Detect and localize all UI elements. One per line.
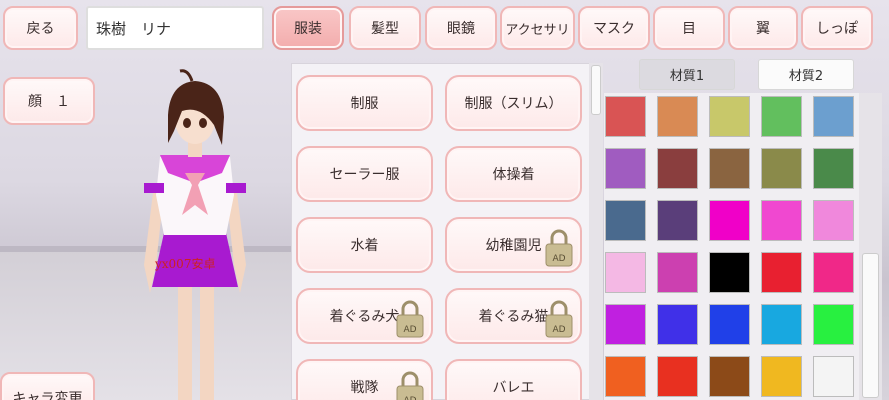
color-swatch[interactable]: [657, 252, 698, 293]
tab-material-1[interactable]: 材質1: [639, 59, 735, 90]
clothing-item-label: 幼稚園児: [485, 238, 542, 254]
clothing-item-costume-cat[interactable]: 着ぐるみ猫 AD: [445, 288, 582, 344]
scrollbar-thumb[interactable]: [862, 253, 879, 398]
color-palette-scrollbar[interactable]: [859, 93, 882, 400]
color-swatch[interactable]: [605, 148, 646, 189]
tab-clothing[interactable]: 服装: [272, 6, 344, 50]
ad-badge-text: AD: [552, 254, 565, 264]
color-swatch[interactable]: [813, 96, 854, 137]
color-swatch[interactable]: [605, 96, 646, 137]
color-swatch[interactable]: [761, 200, 802, 241]
color-swatch[interactable]: [813, 356, 854, 397]
color-swatch[interactable]: [813, 200, 854, 241]
watermark-text: yx007安卓: [155, 257, 216, 271]
ad-lock-icon: AD: [545, 229, 573, 267]
tab-material-2[interactable]: 材質2: [758, 59, 854, 90]
clothing-item-label: バレエ: [492, 380, 535, 396]
ad-lock-icon: AD: [545, 300, 573, 338]
tab-wings[interactable]: 翼: [728, 6, 798, 50]
color-swatch[interactable]: [761, 356, 802, 397]
ad-badge-text: AD: [552, 325, 565, 335]
back-button[interactable]: 戻る: [3, 6, 78, 50]
clothing-item-label: 着ぐるみ犬: [329, 309, 400, 325]
tab-hairstyle[interactable]: 髪型: [349, 6, 421, 50]
clothing-item-uniform-slim[interactable]: 制服（スリム）: [445, 75, 582, 131]
character-figure[interactable]: [130, 65, 260, 400]
clothing-item-label: 制服: [350, 96, 379, 112]
ad-lock-icon: AD: [396, 300, 424, 338]
tab-glasses[interactable]: 眼鏡: [425, 6, 497, 50]
tab-tail[interactable]: しっぽ: [801, 6, 873, 50]
color-swatch[interactable]: [605, 356, 646, 397]
clothing-item-label: 体操着: [492, 167, 535, 183]
clothing-item-sailor[interactable]: セーラー服: [296, 146, 433, 202]
color-swatch[interactable]: [813, 304, 854, 345]
color-swatch[interactable]: [605, 304, 646, 345]
tab-eyes[interactable]: 目: [653, 6, 725, 50]
color-swatch[interactable]: [709, 148, 750, 189]
tab-accessory[interactable]: アクセサリ: [500, 6, 575, 50]
clothing-item-label: セーラー服: [329, 167, 400, 183]
ad-badge-text: AD: [403, 325, 416, 335]
color-swatch[interactable]: [605, 252, 646, 293]
ad-lock-icon: AD: [396, 371, 424, 400]
color-swatch[interactable]: [709, 96, 750, 137]
clothing-list-scrollbar[interactable]: [589, 63, 603, 400]
clothing-item-label: 着ぐるみ猫: [478, 309, 549, 325]
color-swatch[interactable]: [761, 252, 802, 293]
color-swatch[interactable]: [657, 356, 698, 397]
color-swatch[interactable]: [709, 200, 750, 241]
color-swatch[interactable]: [761, 304, 802, 345]
color-swatch[interactable]: [813, 148, 854, 189]
color-swatch[interactable]: [709, 356, 750, 397]
clothing-item-ballet[interactable]: バレエ: [445, 359, 582, 400]
face-select-button[interactable]: 顔 １: [3, 77, 95, 125]
clothing-item-swimsuit[interactable]: 水着: [296, 217, 433, 273]
color-swatch[interactable]: [813, 252, 854, 293]
color-swatch[interactable]: [761, 96, 802, 137]
clothing-item-label: 制服（スリム）: [464, 96, 563, 112]
color-swatch[interactable]: [605, 200, 646, 241]
color-swatch[interactable]: [709, 252, 750, 293]
color-swatch[interactable]: [761, 148, 802, 189]
clothing-item-label: 水着: [350, 238, 379, 254]
character-name-field[interactable]: 珠樹 リナ: [86, 6, 264, 50]
color-swatch[interactable]: [657, 304, 698, 345]
color-swatch[interactable]: [657, 148, 698, 189]
color-swatch[interactable]: [709, 304, 750, 345]
tab-mask[interactable]: マスク: [578, 6, 650, 50]
clothing-item-label: 戦隊: [350, 380, 379, 396]
color-swatch[interactable]: [657, 200, 698, 241]
scrollbar-thumb[interactable]: [591, 65, 601, 115]
clothing-item-uniform[interactable]: 制服: [296, 75, 433, 131]
color-swatch[interactable]: [657, 96, 698, 137]
clothing-item-kindergarten[interactable]: 幼稚園児 AD: [445, 217, 582, 273]
color-palette-panel: [604, 93, 882, 400]
clothing-item-sentai[interactable]: 戦隊 AD: [296, 359, 433, 400]
clothing-item-costume-dog[interactable]: 着ぐるみ犬 AD: [296, 288, 433, 344]
ad-badge-text: AD: [403, 396, 416, 400]
clothing-item-gym-clothes[interactable]: 体操着: [445, 146, 582, 202]
change-character-button[interactable]: キャラ変更: [0, 372, 95, 400]
